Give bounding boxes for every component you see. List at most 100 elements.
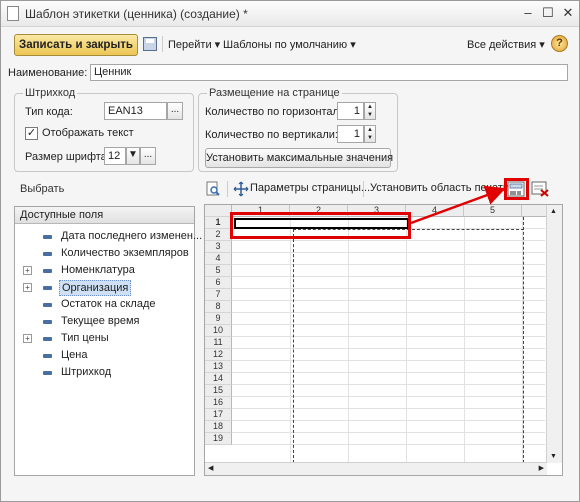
placement-group: Размещение на странице Количество по гор… (198, 87, 398, 172)
grid-line (348, 217, 349, 463)
vertical-scrollbar[interactable]: ▲ ▼ (546, 205, 562, 463)
save-and-close-button[interactable]: Записать и закрыть (14, 34, 138, 56)
goto-menu[interactable]: Перейти ▾ (168, 38, 220, 51)
grid-line (232, 324, 545, 325)
minimize-button[interactable]: – (519, 5, 537, 21)
font-size-field[interactable]: 12 (104, 147, 126, 165)
code-type-select-button[interactable]: ... (167, 102, 183, 120)
available-fields-tree: Доступные поля Дата последнего изменен..… (14, 206, 202, 476)
tree-item[interactable]: Дата последнего изменен... (15, 228, 202, 245)
field-icon (43, 235, 52, 239)
sheet-toolbar-separator-2 (363, 181, 364, 197)
preview-icon[interactable] (205, 181, 223, 197)
clear-area-icon[interactable] (531, 181, 549, 197)
row-header[interactable]: 7 (205, 289, 232, 301)
row-header[interactable]: 16 (205, 397, 232, 409)
row-header[interactable]: 3 (205, 241, 232, 253)
maximize-button[interactable]: ☐ (539, 5, 557, 21)
sheet-toolbar-separator (227, 181, 228, 197)
label-template-window: Шаблон этикетки (ценника) (создание) * –… (0, 0, 580, 502)
row-header[interactable]: 10 (205, 325, 232, 337)
scroll-down-icon[interactable]: ▼ (550, 453, 557, 460)
available-fields-header: Доступные поля (15, 207, 194, 224)
scroll-up-icon[interactable]: ▲ (550, 208, 557, 215)
font-size-label: Размер шрифта: (25, 151, 110, 163)
tree-item-label: Организация (59, 280, 132, 296)
grid-line (232, 264, 545, 265)
name-input[interactable]: Ценник (90, 64, 568, 81)
row-header[interactable]: 5 (205, 265, 232, 277)
highlight-cell-range (230, 212, 411, 239)
row-header[interactable]: 9 (205, 313, 232, 325)
tree-item[interactable]: + Тип цены (15, 330, 194, 347)
tree-item-label: Количество экземпляров (61, 247, 189, 259)
row-header[interactable]: 19 (205, 433, 232, 445)
grid-line (232, 240, 545, 241)
grid-corner[interactable] (205, 205, 232, 217)
font-size-select-button[interactable]: ... (140, 147, 156, 165)
print-boundary-left (293, 229, 294, 463)
horizontal-scrollbar[interactable]: ◀ ▶ (205, 462, 547, 475)
grid-line (232, 444, 545, 445)
tree-item[interactable]: Количество экземпляров (15, 245, 194, 262)
field-icon (43, 269, 52, 273)
tree-item-label: Дата последнего изменен... (61, 230, 203, 242)
row-header[interactable]: 11 (205, 337, 232, 349)
spreadsheet-grid[interactable]: 12345612345678910111213141516171819 ▲ ▼ … (204, 204, 563, 476)
close-button[interactable]: ✕ (559, 5, 577, 21)
print-boundary-right (523, 217, 524, 463)
expand-icon[interactable]: + (23, 334, 32, 343)
tree-item[interactable]: + Организация (15, 279, 194, 296)
help-icon[interactable]: ? (551, 35, 568, 52)
row-header[interactable]: 6 (205, 277, 232, 289)
scroll-left-icon[interactable]: ◀ (208, 464, 213, 472)
expand-icon[interactable]: + (23, 283, 32, 292)
page-params-button[interactable]: Параметры страницы... (250, 182, 370, 194)
font-size-dropdown-button[interactable]: ▼ (126, 147, 140, 165)
vertical-count-field[interactable]: 1 (337, 125, 364, 143)
row-header[interactable]: 17 (205, 409, 232, 421)
tree-item-label: Штрихкод (61, 366, 112, 378)
tree-item-label: Остаток на складе (61, 298, 156, 310)
field-icon (43, 320, 52, 324)
tree-item[interactable]: Текущее время (15, 313, 194, 330)
horizontal-count-field[interactable]: 1 (337, 102, 364, 120)
all-actions-menu[interactable]: Все действия ▾ (467, 38, 545, 51)
show-text-label: Отображать текст (42, 127, 134, 139)
field-icon (43, 303, 52, 307)
row-header[interactable]: 2 (205, 229, 232, 241)
grid-line (232, 300, 545, 301)
grid-line (232, 408, 545, 409)
row-header[interactable]: 8 (205, 301, 232, 313)
tree-item[interactable]: + Номенклатура (15, 262, 194, 279)
select-label: Выбрать (20, 183, 65, 195)
default-templates-menu[interactable]: Шаблоны по умолчанию ▾ (223, 38, 356, 51)
scroll-right-icon[interactable]: ▶ (539, 464, 544, 472)
show-text-checkbox[interactable]: ✓ (25, 127, 38, 140)
row-header[interactable]: 14 (205, 373, 232, 385)
barcode-group-title: Штрихкод (23, 87, 78, 99)
row-header[interactable]: 13 (205, 361, 232, 373)
row-header[interactable]: 18 (205, 421, 232, 433)
grid-line (464, 217, 465, 463)
tree-item[interactable]: Штрихкод (15, 364, 194, 381)
set-max-values-button[interactable]: Установить максимальные значения (205, 148, 393, 168)
horizontal-count-spinner[interactable]: ▲ ▼ (364, 102, 376, 120)
save-icon[interactable] (143, 37, 157, 51)
row-header[interactable]: 4 (205, 253, 232, 265)
row-header[interactable]: 15 (205, 385, 232, 397)
code-type-field[interactable]: EAN13 (104, 102, 167, 120)
expand-icon[interactable]: + (23, 266, 32, 275)
tree-item-label: Тип цены (61, 332, 109, 344)
grid-line (290, 217, 291, 463)
toolbar-separator (162, 36, 163, 52)
vertical-count-spinner[interactable]: ▲ ▼ (364, 125, 376, 143)
page-settings-icon (233, 181, 251, 197)
tree-item[interactable]: Остаток на складе (15, 296, 194, 313)
grid-line (232, 384, 545, 385)
name-row: Наименование: Ценник (8, 64, 573, 82)
tree-item[interactable]: Цена (15, 347, 194, 364)
grid-line (232, 420, 545, 421)
row-header[interactable]: 12 (205, 349, 232, 361)
row-header[interactable]: 1 (205, 217, 232, 229)
